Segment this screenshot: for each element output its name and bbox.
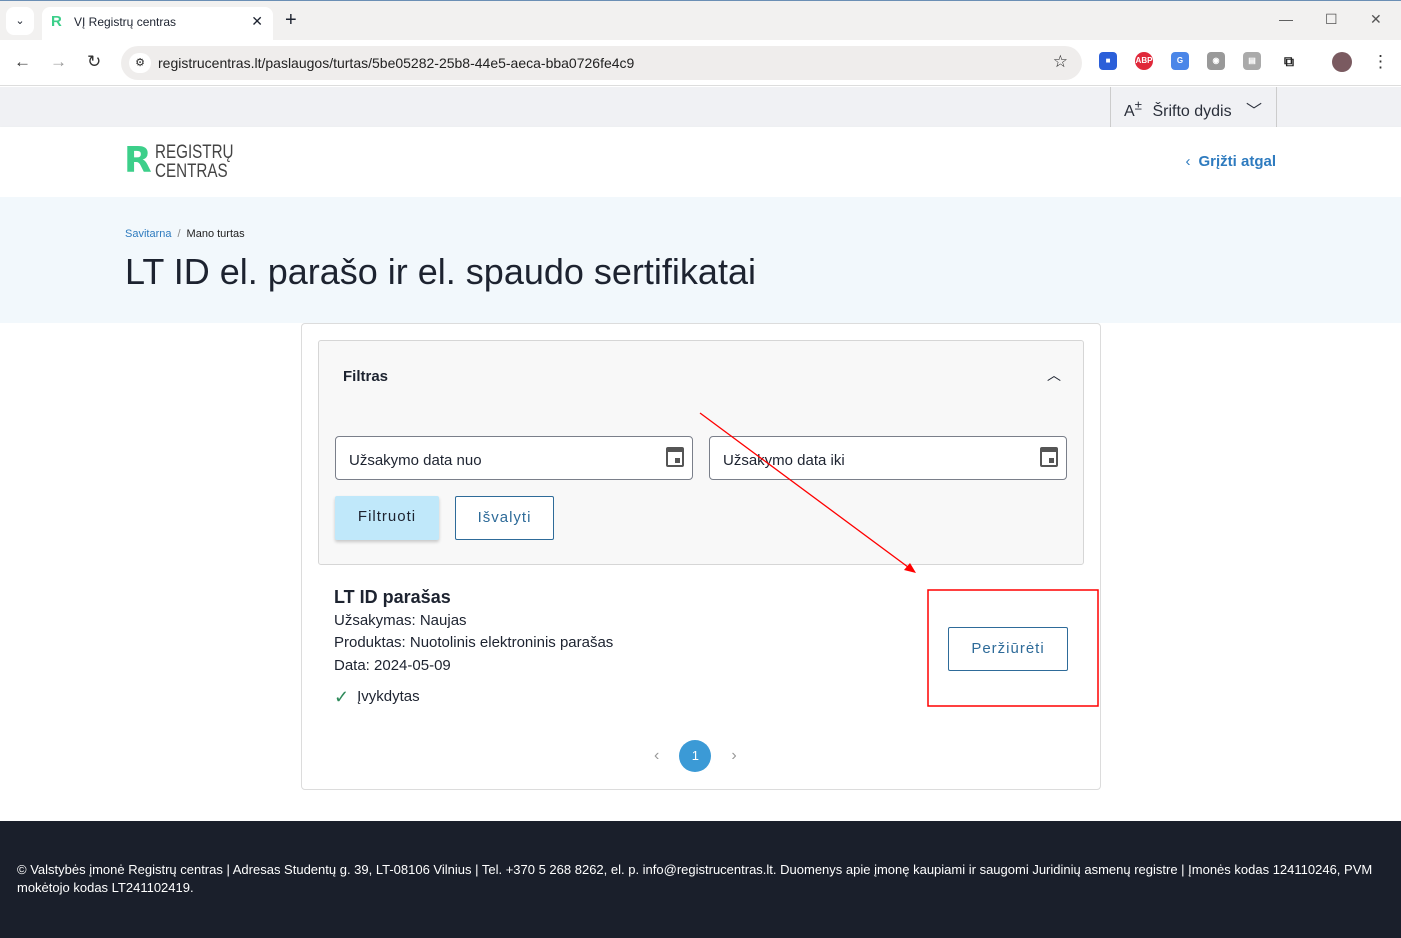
browser-tab[interactable]: R VĮ Registrų centras ✕ [42,7,273,41]
site-favicon-icon: R [51,13,62,30]
prev-page-icon[interactable]: ‹ [654,747,659,765]
pagination: ‹ 1 › [654,740,737,772]
reload-icon[interactable]: ↻ [87,52,101,72]
item-order: Užsakymas: Naujas [334,611,467,629]
site-settings-icon[interactable]: ⚙ [129,53,151,73]
item-name: LT ID parašas [334,587,451,607]
calendar-icon[interactable] [666,447,684,467]
filter-panel: Filtras ︿ Užsakymo data nuo Užsakymo dat… [318,340,1084,565]
tab-search-button[interactable]: ⌄ [6,7,34,35]
maximize-button[interactable]: ☐ [1325,11,1338,28]
list-item: LT ID parašas Užsakymas: Naujas Produkta… [334,586,613,709]
site-header: R REGISTRŲ CENTRAS ‹ Grįžti atgal [0,127,1401,197]
date-to-input[interactable]: Užsakymo data iki [709,436,1067,480]
chevron-up-icon[interactable]: ︿ [1047,365,1061,385]
date-from-placeholder: Užsakymo data nuo [349,452,482,469]
minimize-button[interactable]: — [1279,11,1293,27]
close-tab-icon[interactable]: ✕ [251,13,263,30]
profile-avatar[interactable] [1332,52,1352,72]
menu-dots-icon[interactable]: ⋮ [1372,52,1389,72]
breadcrumb-savitarna[interactable]: Savitarna [125,228,171,240]
clear-button[interactable]: Išvalyti [455,496,554,540]
logo-text-line2: CENTRAS [154,161,228,182]
filter-button[interactable]: Filtruoti [335,496,439,540]
back-link[interactable]: ‹ Grįžti atgal [1185,153,1276,170]
address-bar-row: ← → ↻ ⚙ registrucentras.lt/paslaugos/tur… [0,40,1401,86]
calendar-icon[interactable] [1040,447,1058,467]
item-product: Produktas: Nuotolinis elektroninis paraš… [334,634,614,651]
footer-text: © Valstybės įmonė Registrų centras | Adr… [17,862,1373,895]
back-icon[interactable]: ← [14,52,31,72]
checkmark-icon: ✓ [334,687,350,707]
back-link-label: Grįžti atgal [1198,153,1276,170]
chevron-left-icon: ‹ [1185,153,1191,170]
url-field[interactable]: ⚙ registrucentras.lt/paslaugos/turtas/5b… [121,46,1082,80]
close-window-button[interactable]: ✕ [1370,11,1382,28]
forward-icon[interactable]: → [50,52,67,72]
adblock-extension-icon[interactable]: ABP [1135,52,1153,70]
chevron-down-icon: ﹀ [1246,103,1263,120]
browser-tab-bar: ⌄ R VĮ Registrų centras ✕ + — ☐ ✕ [0,0,1401,41]
status-label: Įvykdytas [357,688,420,705]
extensions-puzzle-icon[interactable]: ⧉ [1280,52,1298,70]
logo-text-line1: REGISTRŲ [154,142,234,163]
tab-title: VĮ Registrų centras [74,15,177,29]
breadcrumb-current: Mano turtas [186,228,245,240]
clipboard-extension-icon[interactable]: ▤ [1243,52,1261,70]
view-button[interactable]: Peržiūrėti [948,627,1068,671]
breadcrumb: Savitarna / Mano turtas [125,228,245,240]
camera-extension-icon[interactable]: ◉ [1207,52,1225,70]
page-1-button[interactable]: 1 [679,740,712,772]
accessibility-bar: A± Šrifto dydis ﹀ [0,87,1401,127]
page-hero: Savitarna / Mano turtas LT ID el. parašo i… [0,197,1401,323]
bitwarden-extension-icon[interactable]: ■ [1099,52,1117,70]
bookmark-star-icon[interactable]: ☆ [1053,52,1068,72]
page-title: LT ID el. parašo ir el. spaudo sertifika… [125,251,756,292]
item-date: Data: 2024-05-09 [334,656,451,674]
registru-centras-logo[interactable]: R REGISTRŲ CENTRAS [124,140,253,182]
new-tab-button[interactable]: + [285,9,297,32]
font-size-label: Šrifto dydis [1152,103,1232,120]
font-size-dropdown[interactable]: A± Šrifto dydis ﹀ [1110,87,1277,127]
url-text: registrucentras.lt/paslaugos/turtas/5be0… [158,55,635,71]
site-footer: © Valstybės įmonė Registrų centras | Adr… [0,821,1401,938]
translate-extension-icon[interactable]: G [1171,52,1189,70]
font-size-icon: A± [1124,97,1142,120]
next-page-icon[interactable]: › [731,747,736,765]
filter-title[interactable]: Filtras [343,368,388,385]
logo-mark-icon: R [124,140,152,181]
date-from-input[interactable]: Užsakymo data nuo [335,436,693,480]
certificates-card: Filtras ︿ Užsakymo data nuo Užsakymo dat… [301,323,1101,790]
date-to-placeholder: Užsakymo data iki [723,452,845,469]
